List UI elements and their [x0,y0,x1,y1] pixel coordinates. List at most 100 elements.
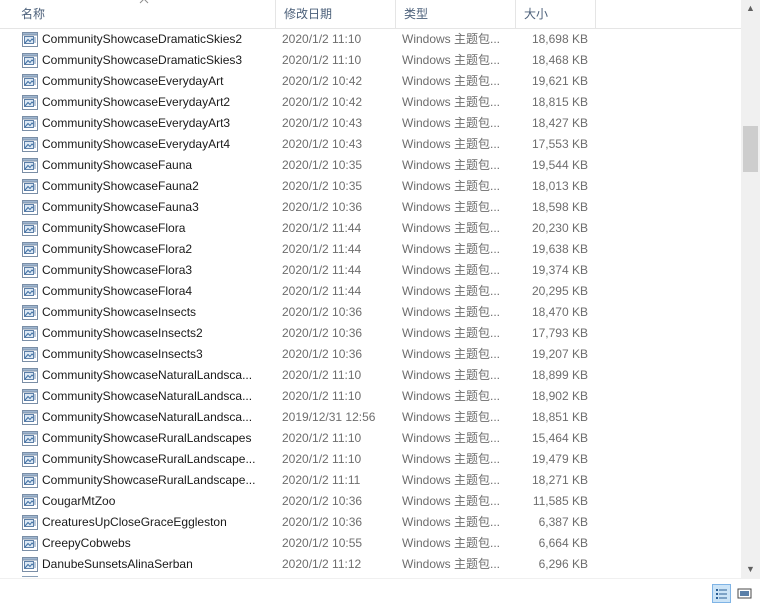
theme-pack-file-icon [22,158,38,173]
file-size: 20,295 KB [531,284,588,298]
table-row[interactable]: CommunityShowcaseFauna2 2020/1/2 10:35 W… [0,176,741,197]
column-header-type[interactable]: 类型 [396,0,516,29]
scroll-down-icon[interactable]: ▼ [741,561,760,578]
scroll-up-icon[interactable]: ▲ [741,0,760,17]
theme-pack-file-icon [22,284,38,299]
table-row[interactable]: CommunityShowcaseFlora3 2020/1/2 11:44 W… [0,260,741,281]
theme-pack-file-icon [22,557,38,572]
theme-pack-file-icon [22,452,38,467]
file-name: CreepyCobwebs [42,536,131,550]
table-row[interactable]: CommunityShowcaseEverydayArt3 2020/1/2 1… [0,113,741,134]
theme-pack-file-icon [22,179,38,194]
table-row[interactable]: CommunityShowcaseNaturalLandsca... 2019/… [0,407,741,428]
file-name: CommunityShowcaseDramaticSkies2 [42,32,243,46]
theme-pack-file-icon [22,116,38,131]
file-modified-date: 2020/1/2 11:44 [282,221,362,235]
table-row[interactable]: CougarMtZoo 2020/1/2 10:36 Windows 主题包..… [0,491,741,512]
table-row[interactable]: CommunityShowcaseFauna 2020/1/2 10:35 Wi… [0,155,741,176]
theme-pack-file-icon [22,368,38,383]
file-type: Windows 主题包... [402,389,501,403]
file-size: 19,544 KB [531,158,588,172]
column-header-date[interactable]: 修改日期 [276,0,396,29]
table-row[interactable]: CommunityShowcaseFlora 2020/1/2 11:44 Wi… [0,218,741,239]
large-icons-view-icon [737,588,752,599]
column-header-size[interactable]: 大小 [516,0,596,29]
scrollbar-thumb[interactable] [743,126,758,172]
file-type: Windows 主题包... [402,116,501,130]
theme-pack-file-icon [22,389,38,404]
table-row[interactable]: CommunityShowcaseEverydayArt4 2020/1/2 1… [0,134,741,155]
file-size: 18,468 KB [531,53,588,67]
table-row[interactable]: CommunityShowcaseFlora4 2020/1/2 11:44 W… [0,281,741,302]
file-modified-date: 2020/1/2 11:10 [282,389,362,403]
table-row[interactable]: DanubeSunsetsAlinaSerban 2020/1/2 11:12 … [0,554,741,575]
table-row[interactable]: CommunityShowcaseInsects2 2020/1/2 10:36… [0,323,741,344]
table-row[interactable]: CreepyCobwebs 2020/1/2 10:55 Windows 主题包… [0,533,741,554]
file-name: CommunityShowcaseFlora3 [42,263,193,277]
file-modified-date: 2020/1/2 11:44 [282,284,362,298]
file-type: Windows 主题包... [402,284,501,298]
status-bar [0,578,760,604]
file-size: 15,464 KB [531,431,588,445]
file-type: Windows 主题包... [402,515,501,529]
file-type: Windows 主题包... [402,95,501,109]
file-modified-date: 2020/1/2 10:36 [282,494,363,508]
theme-pack-file-icon [22,536,38,551]
file-type: Windows 主题包... [402,473,501,487]
file-type: Windows 主题包... [402,536,501,550]
file-name: CommunityShowcaseEverydayArt [42,74,224,88]
table-row[interactable]: CreaturesUpCloseGraceEggleston 2020/1/2 … [0,512,741,533]
file-modified-date: 2020/1/2 10:36 [282,515,363,529]
table-row[interactable]: CommunityShowcaseFlora2 2020/1/2 11:44 W… [0,239,741,260]
vertical-scrollbar[interactable]: ▲ ▼ [741,0,760,578]
file-modified-date: 2020/1/2 11:10 [282,53,362,67]
table-row[interactable]: CommunityShowcaseInsects3 2020/1/2 10:36… [0,344,741,365]
file-name: CommunityShowcaseRuralLandscapes [42,431,252,445]
file-size: 18,902 KB [531,389,588,403]
file-type: Windows 主题包... [402,305,501,319]
table-row[interactable]: CommunityShowcaseRuralLandscapes 2020/1/… [0,428,741,449]
table-row[interactable]: CommunityShowcaseRuralLandscape... 2020/… [0,470,741,491]
large-icons-view-button[interactable] [735,584,754,603]
file-size: 18,470 KB [531,305,588,319]
theme-pack-file-icon [22,263,38,278]
file-name: CommunityShowcaseFauna3 [42,200,199,214]
table-row[interactable]: CommunityShowcaseNaturalLandsca... 2020/… [0,365,741,386]
file-modified-date: 2020/1/2 10:43 [282,137,363,151]
file-name: CommunityShowcaseInsects2 [42,326,203,340]
file-name: DanubeSunsetsAlinaSerban [42,557,193,571]
file-name: CommunityShowcaseInsects [42,305,197,319]
theme-pack-file-icon [22,32,38,47]
file-modified-date: 2020/1/2 11:44 [282,263,362,277]
details-view-button[interactable] [712,584,731,603]
file-type: Windows 主题包... [402,368,501,382]
table-row[interactable]: CommunityShowcaseDramaticSkies2 2020/1/2… [0,29,741,50]
file-modified-date: 2020/1/2 10:43 [282,116,363,130]
file-size: 11,585 KB [532,494,588,508]
file-name: CommunityShowcaseFauna2 [42,179,199,193]
file-name: CommunityShowcaseNaturalLandsca... [42,368,253,382]
sort-ascending-icon [139,0,149,4]
file-type: Windows 主题包... [402,221,501,235]
file-modified-date: 2020/1/2 11:10 [282,452,362,466]
file-size: 17,793 KB [531,326,588,340]
file-modified-date: 2019/12/31 12:56 [282,410,376,424]
file-name: CommunityShowcaseEverydayArt4 [42,137,231,151]
table-row[interactable]: CommunityShowcaseEverydayArt 2020/1/2 10… [0,71,741,92]
file-size: 18,851 KB [531,410,588,424]
file-size: 6,296 KB [538,557,588,571]
table-row[interactable]: CommunityShowcaseRuralLandscape... 2020/… [0,449,741,470]
file-name: CougarMtZoo [42,494,116,508]
file-size: 19,638 KB [531,242,588,256]
theme-pack-file-icon [22,326,38,341]
column-header-type-label: 类型 [404,7,429,21]
table-row[interactable]: CommunityShowcaseDramaticSkies3 2020/1/2… [0,50,741,71]
table-row[interactable]: CommunityShowcaseFauna3 2020/1/2 10:36 W… [0,197,741,218]
file-size: 18,815 KB [531,95,588,109]
table-row[interactable]: CommunityShowcaseNaturalLandsca... 2020/… [0,386,741,407]
file-modified-date: 2020/1/2 11:10 [282,368,362,382]
table-row[interactable]: CommunityShowcaseEverydayArt2 2020/1/2 1… [0,92,741,113]
file-size: 18,598 KB [531,200,588,214]
file-list-pane[interactable]: 名称 修改日期 类型 大小 CommunityShowcaseDramaticS… [0,0,741,578]
table-row[interactable]: CommunityShowcaseInsects 2020/1/2 10:36 … [0,302,741,323]
